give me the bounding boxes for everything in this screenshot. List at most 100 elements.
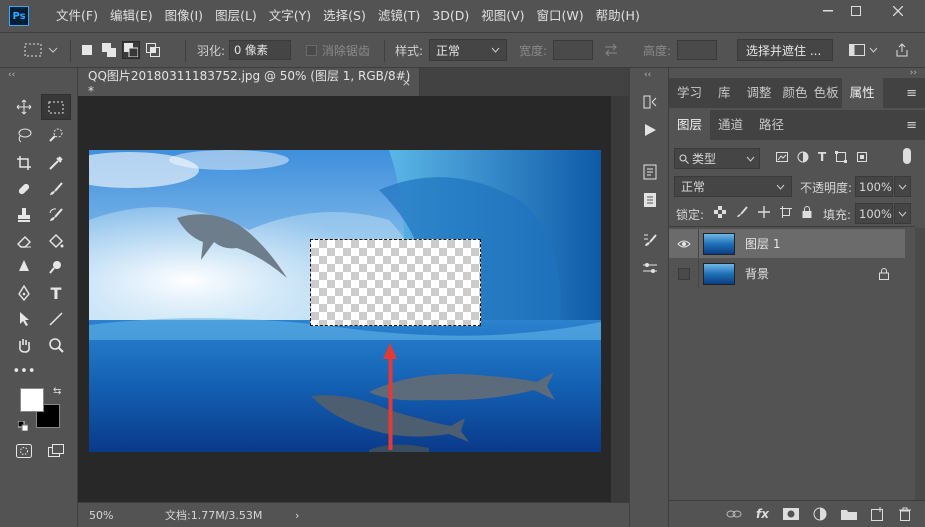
vertical-scrollbar[interactable] — [611, 96, 629, 502]
layer-row-background[interactable]: 背景 — [669, 259, 905, 288]
lock-transparency-icon[interactable] — [714, 206, 726, 218]
trash-icon[interactable] — [899, 507, 911, 521]
canvas-area[interactable] — [78, 96, 611, 502]
brush-settings-button[interactable] — [638, 228, 662, 252]
line-tool[interactable] — [41, 306, 71, 332]
type-tool[interactable]: T — [41, 280, 71, 306]
layer-name[interactable]: 图层 1 — [745, 235, 780, 252]
antialias-option[interactable]: 消除锯齿 — [306, 33, 370, 67]
new-selection-button[interactable] — [78, 41, 96, 59]
blur-tool[interactable] — [9, 254, 39, 280]
quick-mask-button[interactable] — [9, 438, 39, 464]
lock-pixels-icon[interactable] — [736, 206, 748, 218]
menu-file[interactable]: 文件(F) — [50, 0, 104, 32]
foreground-color-swatch[interactable] — [20, 388, 44, 412]
collapse-strip-icon[interactable]: ‹‹ — [644, 70, 651, 80]
intersect-selection-button[interactable] — [144, 41, 162, 59]
lock-artboard-icon[interactable] — [780, 206, 792, 218]
menu-3d[interactable]: 3D(D) — [426, 0, 475, 32]
crop-tool[interactable] — [9, 150, 39, 176]
tab-color[interactable]: 颜色 — [780, 78, 811, 108]
document-image[interactable] — [89, 150, 601, 452]
menu-view[interactable]: 视图(V) — [475, 0, 530, 32]
rect-marquee-tool[interactable] — [41, 94, 71, 120]
select-and-mask-button[interactable]: 选择并遮住 ... — [737, 39, 833, 61]
collapse-panels-icon[interactable]: ›› — [910, 68, 917, 78]
paint-bucket-tool[interactable] — [41, 228, 71, 254]
fill-input[interactable]: 100% — [855, 203, 893, 224]
adjustment-icon[interactable] — [813, 507, 827, 521]
tool-presets-button[interactable] — [638, 256, 662, 280]
lock-all-icon[interactable] — [802, 206, 812, 218]
new-layer-icon[interactable] — [871, 507, 885, 521]
menu-help[interactable]: 帮助(H) — [590, 0, 646, 32]
link-icon[interactable] — [726, 509, 742, 519]
filter-type-icon[interactable]: T — [818, 150, 826, 164]
close-window-button[interactable] — [884, 0, 912, 22]
tab-swatches[interactable]: 色板 — [811, 78, 842, 108]
layer-name[interactable]: 背景 — [745, 265, 769, 282]
default-colors-icon[interactable] — [17, 420, 29, 434]
filter-shape-icon[interactable] — [835, 151, 848, 163]
tab-libraries[interactable]: 库 — [710, 78, 739, 108]
collapse-toolbar-icon[interactable]: ‹‹ — [8, 70, 15, 80]
lock-position-icon[interactable] — [758, 206, 770, 218]
menu-select[interactable]: 选择(S) — [317, 0, 372, 32]
menu-type[interactable]: 文字(Y) — [263, 0, 317, 32]
clone-stamp-tool[interactable] — [9, 202, 39, 228]
actions-panel-button[interactable] — [638, 118, 662, 142]
layer-row-1[interactable]: 图层 1 — [669, 229, 905, 258]
swap-colors-icon[interactable]: ⇆ — [53, 386, 61, 397]
tab-layers[interactable]: 图层 — [669, 110, 711, 140]
close-tab-icon[interactable]: × — [402, 76, 411, 89]
maximize-button[interactable] — [842, 0, 870, 22]
brush-tool[interactable] — [41, 176, 71, 202]
antialias-checkbox[interactable] — [306, 44, 317, 56]
status-menu-arrow[interactable]: › — [295, 509, 299, 522]
lasso-tool[interactable] — [9, 122, 39, 148]
filter-pixel-icon[interactable] — [776, 151, 788, 163]
blend-mode-select[interactable]: 正常 — [674, 176, 792, 197]
opacity-input[interactable]: 100% — [855, 176, 893, 197]
menu-layer[interactable]: 图层(L) — [209, 0, 263, 32]
quick-selection-tool[interactable] — [41, 122, 71, 148]
tab-channels[interactable]: 通道 — [710, 110, 751, 140]
fill-dropdown[interactable] — [894, 203, 911, 224]
info-panel-button[interactable] — [638, 160, 662, 184]
tab-properties[interactable]: 属性 — [841, 78, 883, 108]
group-icon[interactable] — [841, 508, 857, 520]
menu-edit[interactable]: 编辑(E) — [104, 0, 159, 32]
filter-adjustment-icon[interactable] — [797, 151, 809, 163]
layer-visibility-toggle[interactable] — [669, 259, 699, 288]
share-button[interactable] — [895, 33, 909, 67]
document-tab[interactable]: QQ图片20180311183752.jpg @ 50% (图层 1, RGB/… — [78, 68, 420, 98]
workspace-switcher[interactable] — [849, 33, 878, 67]
filter-toggle[interactable] — [903, 148, 911, 164]
healing-brush-tool[interactable] — [9, 176, 39, 202]
eyedropper-tool[interactable] — [41, 150, 71, 176]
layer-filter-select[interactable]: 类型 — [674, 148, 760, 169]
path-selection-tool[interactable] — [9, 306, 39, 332]
tab-adjustments[interactable]: 调整 — [739, 78, 780, 108]
history-brush-tool[interactable] — [41, 202, 71, 228]
menu-filter[interactable]: 滤镜(T) — [372, 0, 426, 32]
menu-image[interactable]: 图像(I) — [159, 0, 209, 32]
zoom-tool[interactable] — [41, 332, 71, 358]
panel-menu-icon[interactable]: ≡ — [906, 86, 917, 101]
layers-scrollbar[interactable] — [915, 228, 925, 500]
tab-paths[interactable]: 路径 — [751, 110, 792, 140]
subtract-selection-button[interactable] — [122, 41, 140, 59]
pen-tool[interactable] — [9, 280, 39, 306]
layer-visibility-toggle[interactable] — [669, 229, 699, 258]
notes-panel-button[interactable] — [638, 188, 662, 212]
add-selection-button[interactable] — [100, 41, 118, 59]
tab-learn[interactable]: 学习 — [669, 78, 710, 108]
fx-icon[interactable]: fx — [756, 507, 769, 521]
opacity-dropdown[interactable] — [894, 176, 911, 197]
mask-icon[interactable] — [783, 508, 799, 520]
layers-menu-icon[interactable]: ≡ — [906, 118, 917, 133]
move-tool[interactable] — [9, 94, 39, 120]
screen-mode-button[interactable] — [41, 438, 71, 464]
filter-smart-object-icon[interactable] — [856, 151, 868, 163]
menu-window[interactable]: 窗口(W) — [531, 0, 590, 32]
